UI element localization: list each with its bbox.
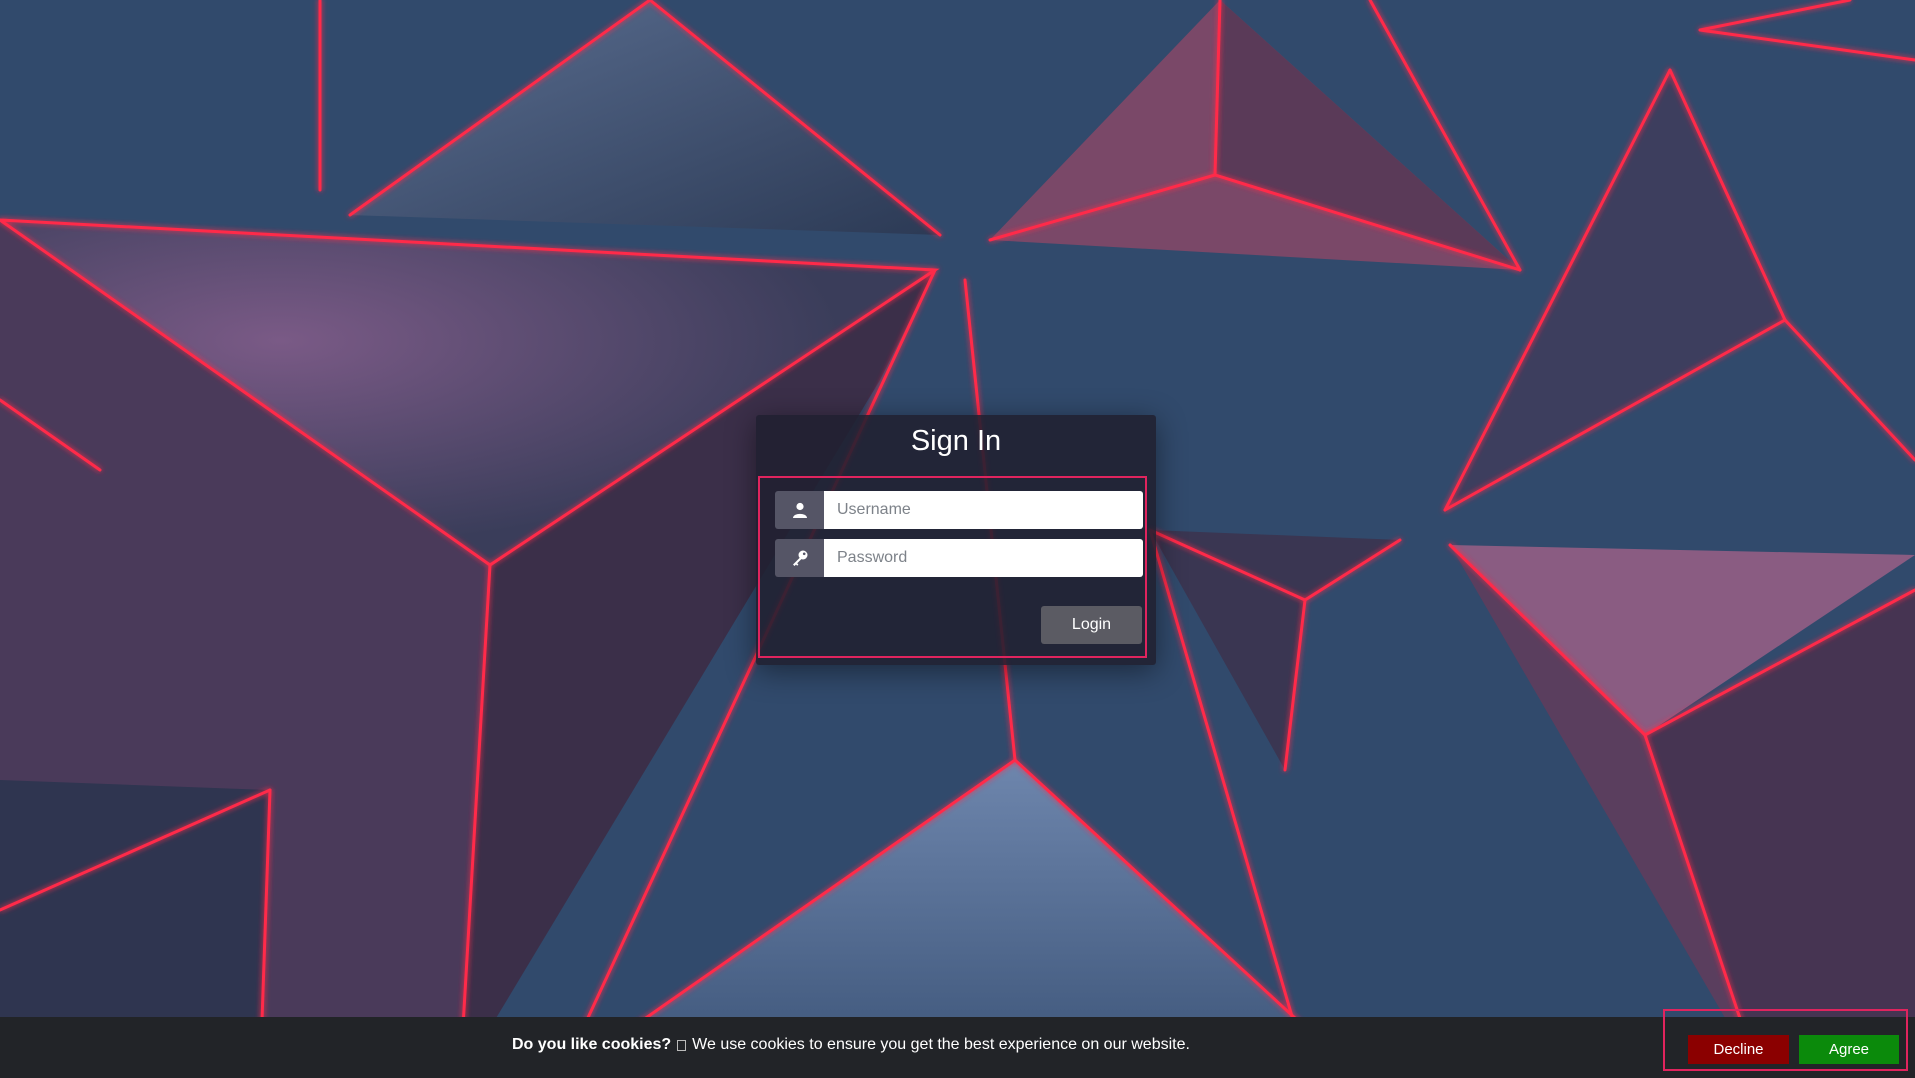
login-button[interactable]: Login	[1041, 606, 1142, 644]
cookie-question: Do you like cookies?	[512, 1036, 672, 1053]
key-icon	[775, 539, 824, 577]
cookie-icon	[677, 1039, 687, 1051]
user-icon-glyph	[792, 502, 807, 518]
page: Sign In Username Login Do you like cooki…	[0, 0, 1915, 1078]
username-input[interactable]	[824, 491, 1143, 529]
cookie-description: We use cookies to ensure you get the bes…	[692, 1036, 1190, 1053]
user-icon	[775, 491, 824, 529]
sign-in-title: Sign In	[910, 425, 1002, 457]
cookie-message: Do you like cookies? We use cookies to e…	[512, 1036, 1190, 1054]
sign-in-panel: Sign In Username Login	[756, 415, 1156, 665]
password-row	[775, 539, 1143, 577]
decline-button[interactable]: Decline	[1688, 1035, 1789, 1064]
password-input[interactable]	[824, 539, 1143, 577]
agree-button[interactable]: Agree	[1799, 1035, 1899, 1064]
username-row	[775, 491, 1143, 529]
cookie-actions: Decline Agree	[1663, 1009, 1908, 1071]
login-form: Login	[758, 476, 1147, 658]
cookie-banner: Do you like cookies? We use cookies to e…	[0, 1017, 1915, 1078]
key-icon-glyph	[792, 550, 807, 566]
